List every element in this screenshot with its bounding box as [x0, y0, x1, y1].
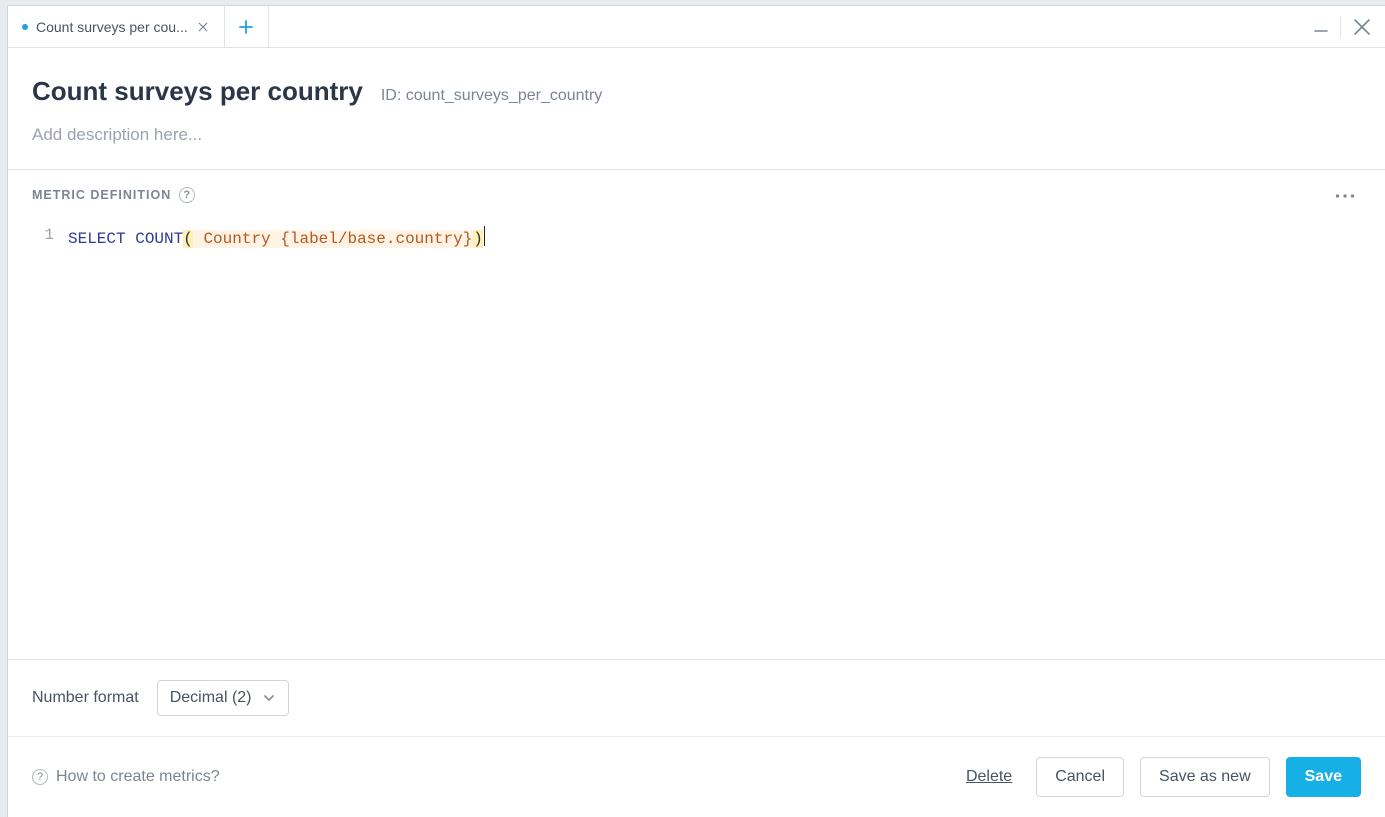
metric-title[interactable]: Count surveys per country	[32, 76, 363, 107]
text-cursor	[484, 226, 486, 246]
code-line-1: 1 SELECT COUNT( Country {label/base.coun…	[32, 226, 1361, 248]
tab-count-surveys[interactable]: Count surveys per cou...	[8, 6, 225, 47]
maql-editor[interactable]: 1 SELECT COUNT( Country {label/base.coun…	[8, 206, 1385, 660]
code-content[interactable]: SELECT COUNT( Country {label/base.countr…	[68, 226, 485, 248]
keyword-count: COUNT	[135, 230, 183, 248]
help-link[interactable]: ? How to create metrics?	[32, 768, 220, 786]
minimize-icon[interactable]	[1312, 18, 1330, 36]
metric-header: Count surveys per country ID: count_surv…	[8, 48, 1385, 170]
number-format-label: Number format	[32, 689, 139, 707]
save-as-new-button[interactable]: Save as new	[1140, 757, 1270, 797]
metric-id: ID: count_surveys_per_country	[381, 87, 602, 105]
help-text: How to create metrics?	[56, 768, 220, 786]
chevron-down-icon	[262, 691, 276, 705]
tab-label: Count surveys per cou...	[36, 19, 188, 35]
more-menu-icon[interactable]	[1329, 184, 1361, 206]
metric-definition-header: METRIC DEFINITION ?	[8, 170, 1385, 206]
tab-bar: Count surveys per cou...	[8, 6, 1385, 48]
metric-definition-label: METRIC DEFINITION	[32, 188, 171, 202]
unsaved-dot-icon	[22, 24, 28, 30]
keyword-select: SELECT	[68, 230, 126, 248]
close-tab-icon[interactable]	[196, 20, 210, 34]
number-format-row: Number format Decimal (2)	[8, 660, 1385, 737]
number-format-select[interactable]: Decimal (2)	[157, 680, 289, 716]
help-icon: ?	[32, 769, 48, 785]
divider	[1340, 16, 1341, 38]
add-tab-button[interactable]	[225, 6, 269, 47]
paren-close: )	[473, 230, 483, 248]
paren-open: (	[183, 230, 193, 248]
close-window-icon[interactable]	[1351, 16, 1373, 38]
cancel-button[interactable]: Cancel	[1036, 757, 1124, 797]
footer: ? How to create metrics? Delete Cancel S…	[8, 737, 1385, 817]
delete-link[interactable]: Delete	[966, 768, 1012, 786]
save-button[interactable]: Save	[1286, 757, 1361, 797]
attribute-token[interactable]: Country {label/base.country}	[193, 230, 473, 248]
number-format-value: Decimal (2)	[170, 689, 252, 707]
window-controls	[1300, 6, 1385, 47]
description-input[interactable]: Add description here...	[32, 125, 1361, 145]
line-number: 1	[32, 226, 68, 244]
editor-window: Count surveys per cou... Count surveys p…	[7, 5, 1385, 817]
help-icon[interactable]: ?	[179, 187, 195, 203]
